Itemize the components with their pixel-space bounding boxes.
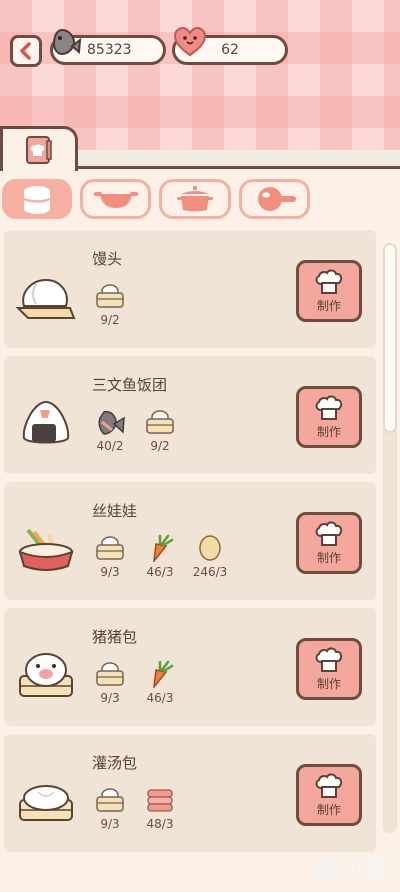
soup-dumpling-dish-icon: [19, 785, 73, 821]
ingredient: 9/3: [90, 534, 130, 579]
frying-pan-icon: [257, 187, 296, 211]
make-button[interactable]: 制作: [296, 638, 362, 700]
back-button[interactable]: [10, 35, 42, 67]
recipe-card: 灌汤包 9/3 48/3 制作: [4, 734, 376, 852]
mantou-dish-icon: [15, 278, 76, 319]
fish-icon: [52, 28, 82, 56]
siwawa-dish-icon: [18, 528, 74, 571]
recipe-list-scrollbar[interactable]: [383, 243, 397, 833]
recipe-name: 灌汤包: [92, 754, 138, 772]
ingredient-quantity: 9/3: [100, 565, 120, 579]
egg-icon: [199, 535, 221, 561]
make-button-label: 制作: [316, 425, 341, 439]
make-button[interactable]: 制作: [296, 260, 362, 322]
recipe-card: 丝娃娃 9/3 46/3 246/3 制作: [4, 482, 376, 600]
ingredient: 48/3: [140, 786, 180, 831]
wok-icon: [93, 192, 138, 208]
recipe-card: 馒头 9/2 制作: [4, 230, 376, 348]
tab-pot[interactable]: [159, 179, 231, 219]
ingredient-quantity: 9/3: [100, 817, 120, 831]
tab-fry-pan[interactable]: [80, 179, 151, 219]
ingredient-quantity: 46/3: [146, 691, 174, 705]
ingredient: 9/3: [90, 786, 130, 831]
ingredient: 40/2: [90, 408, 130, 453]
flour-bowl-icon: [96, 788, 124, 812]
chef-hat-icon: [315, 773, 343, 798]
recipe-name: 馒头: [92, 250, 123, 268]
flour-bowl-icon: [96, 284, 124, 308]
chef-hat-icon: [315, 269, 343, 294]
recipe-book-icon: [26, 136, 52, 164]
make-button[interactable]: 制作: [296, 764, 362, 826]
watermark: 九游: [310, 850, 388, 884]
watermark-text: 九游: [343, 857, 388, 882]
make-button-label: 制作: [316, 551, 341, 565]
make-button-label: 制作: [316, 299, 341, 313]
carrot-icon: [153, 534, 174, 562]
fish-count: 85323: [87, 42, 132, 58]
carrot-icon: [153, 660, 174, 688]
chef-hat-icon: [315, 395, 343, 420]
make-button-label: 制作: [316, 803, 341, 817]
recipe-name: 三文鱼饭团: [92, 376, 168, 394]
ingredient: 46/3: [140, 660, 180, 705]
tab-grill-pan[interactable]: [239, 179, 310, 219]
make-button[interactable]: 制作: [296, 512, 362, 574]
recipe-book-tab[interactable]: [0, 126, 78, 171]
chevron-left-icon: [20, 42, 31, 60]
pig-bun-dish-icon: [19, 653, 73, 697]
scroll-thumb[interactable]: [383, 243, 397, 433]
make-button[interactable]: 制作: [296, 386, 362, 448]
recipe-card: 猪猪包 9/3 46/3 制作: [4, 608, 376, 726]
ingredient-quantity: 246/3: [192, 565, 228, 579]
heart-icon: [173, 26, 207, 57]
flour-bowl-icon: [96, 536, 124, 560]
onigiri-dish-icon: [22, 400, 70, 444]
pot-icon: [177, 186, 213, 212]
fish-ingredient-icon: [98, 410, 125, 435]
flour-bowl-icon: [96, 662, 124, 686]
chef-hat-icon: [315, 521, 343, 546]
ingredient-quantity: 9/3: [100, 691, 120, 705]
tab-steamer[interactable]: [2, 179, 72, 219]
ingredient-quantity: 48/3: [146, 817, 174, 831]
make-button-label: 制作: [316, 677, 341, 691]
ingredient-quantity: 9/2: [100, 313, 120, 327]
steamer-icon: [23, 186, 51, 214]
recipe-card: 三文鱼饭团 40/2 9/2 制作: [4, 356, 376, 474]
recipe-list: 馒头 9/2 制作 三文鱼饭团 40/2 9/2 制作 丝娃娃 9/3 46/3…: [4, 230, 376, 892]
ingredient-quantity: 40/2: [96, 439, 124, 453]
ingredient: 9/2: [140, 408, 180, 453]
heart-count: 62: [221, 42, 239, 58]
ingredient: 46/3: [140, 534, 180, 579]
recipe-name: 猪猪包: [92, 628, 138, 646]
ingredient: 9/2: [90, 282, 130, 327]
jiuyou-logo-icon: [312, 852, 340, 880]
ingredient: 9/3: [90, 660, 130, 705]
chef-hat-icon: [315, 647, 343, 672]
ingredient-quantity: 46/3: [146, 565, 174, 579]
recipe-name: 丝娃娃: [92, 502, 138, 520]
flour-bowl-icon: [146, 410, 174, 434]
ingredient: 246/3: [190, 534, 230, 579]
meat-slices-icon: [147, 789, 173, 812]
ingredient-quantity: 9/2: [150, 439, 170, 453]
